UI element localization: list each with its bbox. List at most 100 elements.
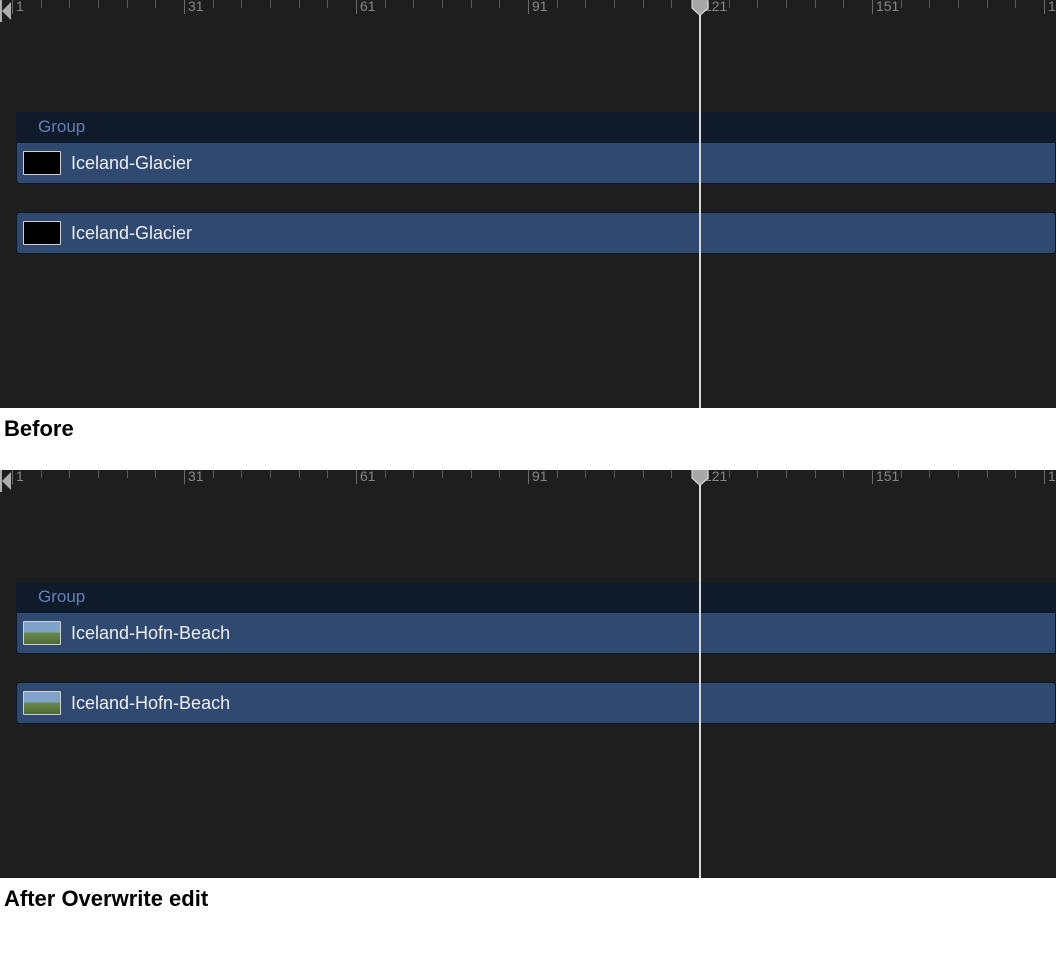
ruler-tick-minor bbox=[757, 470, 758, 478]
timeline-ruler[interactable]: 1316191121151181 bbox=[0, 470, 1056, 478]
ruler-tick-minor bbox=[929, 470, 930, 478]
clip-row[interactable]: Iceland-Glacier bbox=[16, 142, 1056, 184]
clip-thumbnail bbox=[23, 221, 61, 245]
ruler-tick-minor bbox=[757, 0, 758, 8]
clip-row[interactable]: Iceland-Hofn-Beach bbox=[16, 682, 1056, 724]
ruler-tick-minor bbox=[843, 470, 844, 478]
ruler-tick-minor bbox=[614, 470, 615, 478]
ruler-tick-label: 91 bbox=[530, 470, 548, 483]
ruler-tick-label: 31 bbox=[186, 470, 204, 483]
ruler-tick-label: 1 bbox=[14, 0, 24, 13]
clip-label: Iceland-Glacier bbox=[71, 223, 192, 244]
ruler-tick-minor bbox=[843, 0, 844, 8]
timeline-panel-before: 1316191121151181 Group Iceland-Glacier I… bbox=[0, 0, 1056, 408]
ruler-tick-minor bbox=[929, 0, 930, 8]
ruler-tick-minor bbox=[786, 0, 787, 8]
ruler-tick-major bbox=[1044, 0, 1045, 14]
playhead-line bbox=[699, 14, 701, 408]
ruler-tick-major bbox=[12, 470, 13, 484]
ruler-tick-minor bbox=[299, 470, 300, 478]
ruler-tick-minor bbox=[413, 0, 414, 8]
ruler-tick-label: 181 bbox=[1046, 470, 1056, 483]
ruler-tick-minor bbox=[901, 470, 902, 478]
group-header[interactable]: Group bbox=[16, 582, 1056, 612]
ruler-tick-minor bbox=[41, 0, 42, 8]
ruler-tick-label: 151 bbox=[874, 470, 899, 483]
ruler-tick-major bbox=[184, 0, 185, 14]
clip-row[interactable]: Iceland-Glacier bbox=[16, 212, 1056, 254]
ruler-tick-minor bbox=[385, 470, 386, 478]
ruler-tick-major bbox=[356, 470, 357, 484]
ruler-tick-major bbox=[872, 0, 873, 14]
ruler-tick-minor bbox=[327, 470, 328, 478]
ruler-tick-minor bbox=[442, 470, 443, 478]
ruler-tick-minor bbox=[958, 470, 959, 478]
ruler-tick-minor bbox=[614, 0, 615, 8]
ruler-tick-major bbox=[872, 470, 873, 484]
group-label: Group bbox=[38, 587, 85, 606]
clip-row[interactable]: Iceland-Hofn-Beach bbox=[16, 612, 1056, 654]
track-spacer bbox=[0, 654, 1056, 682]
goto-start-button[interactable] bbox=[0, 0, 12, 22]
ruler-tick-minor bbox=[69, 470, 70, 478]
ruler-tick-major bbox=[12, 0, 13, 14]
ruler-tick-label: 61 bbox=[358, 0, 376, 13]
ruler-tick-label: 61 bbox=[358, 470, 376, 483]
ruler-tick-minor bbox=[241, 470, 242, 478]
clip-thumbnail bbox=[23, 691, 61, 715]
ruler-tick-minor bbox=[671, 470, 672, 478]
ruler-tick-minor bbox=[327, 0, 328, 8]
ruler-tick-label: 31 bbox=[186, 0, 204, 13]
ruler-tick-minor bbox=[1015, 0, 1016, 8]
ruler-tick-major bbox=[528, 0, 529, 14]
ruler-tick-minor bbox=[815, 470, 816, 478]
ruler-tick-minor bbox=[815, 0, 816, 8]
ruler-tick-major bbox=[1044, 470, 1045, 484]
timeline-panel-after: 1316191121151181 Group Iceland-Hofn-Beac… bbox=[0, 470, 1056, 878]
ruler-tick-minor bbox=[1015, 470, 1016, 478]
ruler-tick-minor bbox=[155, 470, 156, 478]
ruler-tick-minor bbox=[127, 470, 128, 478]
tracks-area: Group Iceland-Hofn-Beach Iceland-Hofn-Be… bbox=[0, 582, 1056, 724]
ruler-tick-minor bbox=[671, 0, 672, 8]
ruler-tick-minor bbox=[41, 470, 42, 478]
goto-start-button[interactable] bbox=[0, 470, 12, 492]
clip-label: Iceland-Hofn-Beach bbox=[71, 693, 230, 714]
ruler-tick-minor bbox=[729, 470, 730, 478]
ruler-tick-minor bbox=[786, 470, 787, 478]
ruler-tick-minor bbox=[98, 470, 99, 478]
playhead-line bbox=[699, 484, 701, 878]
track-spacer bbox=[0, 184, 1056, 212]
ruler-tick-minor bbox=[471, 0, 472, 8]
ruler-tick-minor bbox=[69, 0, 70, 8]
ruler-tick-minor bbox=[127, 0, 128, 8]
ruler-tick-minor bbox=[385, 0, 386, 8]
ruler-tick-minor bbox=[499, 0, 500, 8]
ruler-tick-minor bbox=[643, 470, 644, 478]
ruler-tick-minor bbox=[987, 0, 988, 8]
ruler-tick-minor bbox=[585, 0, 586, 8]
ruler-tick-minor bbox=[958, 0, 959, 8]
playhead-handle-icon[interactable] bbox=[691, 0, 709, 16]
timeline-ruler[interactable]: 1316191121151181 bbox=[0, 0, 1056, 8]
ruler-tick-label: 91 bbox=[530, 0, 548, 13]
group-header[interactable]: Group bbox=[16, 112, 1056, 142]
ruler-tick-minor bbox=[299, 0, 300, 8]
group-label: Group bbox=[38, 117, 85, 136]
tracks-area: Group Iceland-Glacier Iceland-Glacier bbox=[0, 112, 1056, 254]
ruler-tick-minor bbox=[471, 470, 472, 478]
caption-after: After Overwrite edit bbox=[0, 878, 1056, 918]
ruler-tick-major bbox=[528, 470, 529, 484]
ruler-tick-minor bbox=[270, 470, 271, 478]
clip-label: Iceland-Glacier bbox=[71, 153, 192, 174]
ruler-tick-minor bbox=[98, 0, 99, 8]
clip-thumbnail bbox=[23, 151, 61, 175]
ruler-tick-minor bbox=[270, 0, 271, 8]
ruler-tick-minor bbox=[213, 470, 214, 478]
ruler-tick-minor bbox=[643, 0, 644, 8]
ruler-tick-minor bbox=[241, 0, 242, 8]
clip-thumbnail bbox=[23, 621, 61, 645]
ruler-tick-major bbox=[184, 470, 185, 484]
ruler-tick-minor bbox=[557, 470, 558, 478]
playhead-handle-icon[interactable] bbox=[691, 470, 709, 486]
